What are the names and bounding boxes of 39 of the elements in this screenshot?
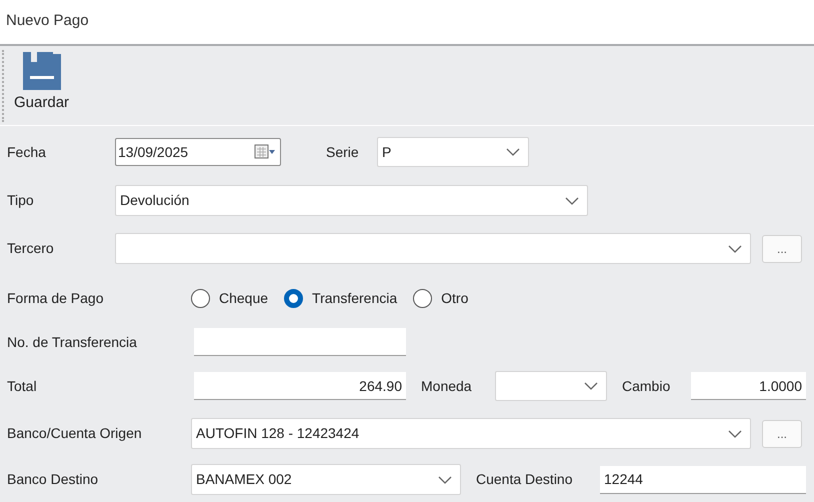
chevron-down-icon: [506, 148, 520, 156]
field-label: No. de Transferencia: [7, 332, 138, 352]
text-field[interactable]: 1.0000: [691, 372, 806, 400]
dropdown[interactable]: Devolución: [115, 185, 588, 216]
field-label: Tipo: [7, 191, 35, 210]
chevron-down-icon: [438, 476, 452, 484]
field-label: Banco Destino: [7, 470, 100, 489]
field-label: Cambio: [622, 376, 672, 396]
field-label: Tercero: [7, 239, 55, 258]
dropdown[interactable]: [115, 233, 751, 264]
field-label: Forma de Pago: [7, 288, 104, 308]
chevron-down-icon: [728, 244, 742, 252]
radio-option[interactable]: Otro: [413, 288, 468, 308]
save-button[interactable]: Guardar: [0, 46, 74, 114]
field-label: Banco/Cuenta Origen: [7, 424, 143, 443]
browse-button[interactable]: ...: [762, 420, 802, 448]
field-label: Moneda: [421, 376, 473, 396]
text-field[interactable]: 264.90: [194, 372, 406, 400]
toolbar-grip[interactable]: [2, 50, 5, 122]
field-label: Total: [7, 376, 38, 396]
calendar-dropdown-icon[interactable]: [254, 144, 276, 160]
dropdown[interactable]: BANAMEX 002: [191, 464, 461, 495]
chevron-down-icon: [565, 196, 579, 204]
dropdown[interactable]: AUTOFIN 128 - 12423424: [191, 418, 751, 449]
field-label: Serie: [326, 142, 360, 162]
radio-option[interactable]: Cheque: [191, 288, 268, 308]
save-icon: [20, 50, 63, 92]
text-field[interactable]: [194, 328, 406, 356]
dropdown[interactable]: P: [377, 137, 529, 167]
browse-button[interactable]: ...: [762, 234, 802, 262]
chevron-down-icon: [584, 382, 598, 390]
window-title: Nuevo Pago: [0, 0, 814, 46]
text-field[interactable]: 12244: [600, 466, 806, 494]
radio-option[interactable]: Transferencia: [284, 288, 398, 308]
date-field[interactable]: 13/09/2025: [115, 138, 281, 166]
field-label: Cuenta Destino: [476, 470, 574, 489]
dropdown[interactable]: [495, 371, 607, 401]
field-label: Fecha: [7, 142, 47, 162]
chevron-down-icon: [728, 430, 742, 438]
